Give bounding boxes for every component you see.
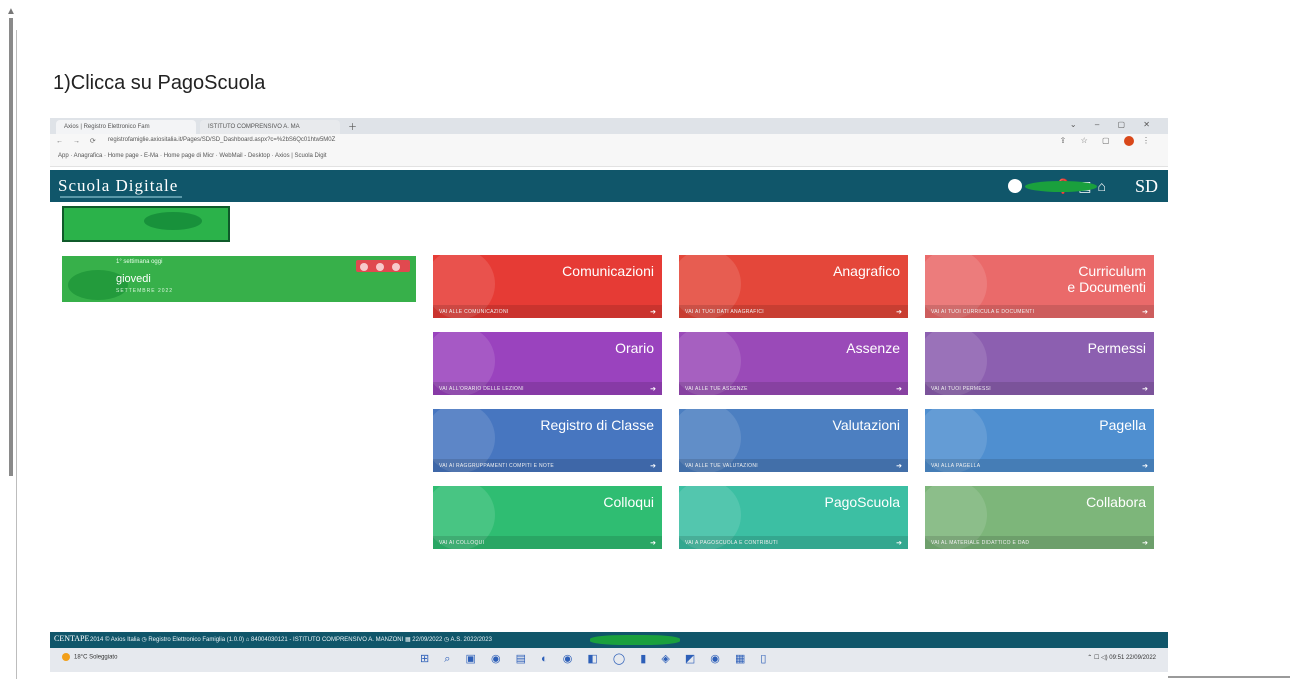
window-controls[interactable]: ⌄ – ▢ ✕ <box>1070 120 1158 129</box>
app-header <box>50 170 1168 202</box>
tile-title: Pagella <box>1099 417 1146 433</box>
arrow-right-icon: ➔ <box>1142 386 1148 393</box>
tile-title: Comunicazioni <box>562 263 654 279</box>
address-bar-icons[interactable]: ⇪ ☆ ▢ ⋮ <box>1060 136 1156 146</box>
arrow-right-icon: ➔ <box>896 540 902 547</box>
app-logo: SD <box>1134 176 1158 196</box>
tile-title: Registro di Classe <box>540 417 654 433</box>
tile-comunicazioni[interactable]: Comunicazioni VAI ALLE COMUNICAZIONI ➔ <box>433 255 662 318</box>
tile-pagella[interactable]: Pagella VAI ALLA PAGELLA ➔ <box>925 409 1154 472</box>
tile-anagrafico[interactable]: Anagrafico VAI AI TUOI DATI ANAGRAFICI ➔ <box>679 255 908 318</box>
profile-icon[interactable] <box>1123 136 1134 146</box>
tile-title: Valutazioni <box>832 417 900 433</box>
tile-collabora[interactable]: Collabora VAI AL MATERIALE DIDATTICO E DA… <box>925 486 1154 549</box>
vertical-scrollbar-thumb[interactable] <box>9 18 13 476</box>
tile-title: Anagrafico <box>833 263 900 279</box>
tile-pagoscuola[interactable]: PagoScuola VAI A PAGOSCUOLA E CONTRIBUTI ➔ <box>679 486 908 549</box>
clock-time: 09:51 <box>1109 655 1125 661</box>
dot-icon[interactable] <box>376 263 384 271</box>
student-profile-redacted[interactable] <box>62 206 230 242</box>
browser-tab-registro[interactable]: Axios | Registro Elettronico Fam <box>56 120 196 134</box>
arrow-right-icon: ➔ <box>650 309 656 316</box>
redaction-blob <box>144 212 202 230</box>
page-heading: 1)Clicca su PagoScuola <box>53 72 266 94</box>
arrow-right-icon: ➔ <box>896 463 902 470</box>
user-name-redacted <box>1025 181 1097 192</box>
tile-orario[interactable]: Orario VAI ALL'ORARIO DELLE LEZIONI ➔ <box>433 332 662 395</box>
weather-widget[interactable]: 18°C Soleggiato <box>62 653 117 661</box>
tile-footer-label: VAI ALLE TUE VALUTAZIONI <box>685 463 758 469</box>
tile-title: Orario <box>615 340 654 356</box>
scroll-up-arrow[interactable]: ▲ <box>6 6 16 17</box>
tile-assenze[interactable]: Assenze VAI ALLE TUE ASSENZE ➔ <box>679 332 908 395</box>
tile-footer-label: VAI ALLE COMUNICAZIONI <box>439 309 509 315</box>
url-field[interactable]: registrofamiglie.axiositalia.it/Pages/SD… <box>108 137 335 143</box>
day-card[interactable]: 1° settimana oggi giovedi SETTEMBRE 2022 <box>62 256 416 302</box>
user-avatar[interactable] <box>1008 179 1022 193</box>
browser-tab-istituto[interactable]: ISTITUTO COMPRENSIVO A. MA <box>200 120 340 134</box>
tile-footer-label: VAI ALL'ORARIO DELLE LEZIONI <box>439 386 524 392</box>
status-logo: CENTAPE <box>54 634 90 643</box>
tile-permessi[interactable]: Permessi VAI AI TUOI PERMESSI ➔ <box>925 332 1154 395</box>
new-tab-icon[interactable]: ＋ <box>348 120 357 133</box>
day-card-sub: SETTEMBRE 2022 <box>116 288 174 294</box>
dot-icon[interactable] <box>392 263 400 271</box>
tile-footer-label: VAI AI TUOI DATI ANAGRAFICI <box>685 309 764 315</box>
tile-footer-label: VAI AI TUOI PERMESSI <box>931 386 991 392</box>
day-card-day: giovedi <box>116 273 151 285</box>
tile-title: Curriculum e Documenti <box>1067 263 1146 295</box>
weather-text: 18°C Soleggiato <box>74 654 118 661</box>
clock-date: 22/09/2022 <box>1125 655 1156 661</box>
arrow-right-icon: ➔ <box>896 386 902 393</box>
redaction-blob <box>590 635 680 645</box>
arrow-right-icon: ➔ <box>1142 540 1148 547</box>
sun-icon <box>62 653 70 661</box>
embedded-screenshot: Axios | Registro Elettronico Fam ISTITUT… <box>50 118 1168 678</box>
tile-registro-di-classe[interactable]: Registro di Classe VAI AI RAGGRUPPAMENTI … <box>433 409 662 472</box>
status-text: 2014 © Axios Italia ◷ Registro Elettroni… <box>90 637 492 643</box>
tile-footer-label: VAI AL MATERIALE DIDATTICO E DAD <box>931 540 1030 546</box>
dot-icon[interactable] <box>360 263 368 271</box>
nav-buttons[interactable]: ← → ⟳ <box>56 137 100 145</box>
tile-footer-label: VAI A PAGOSCUOLA E CONTRIBUTI <box>685 540 778 546</box>
bookmarks-list[interactable]: App · Anagrafica · Home page - E-Ma · Ho… <box>58 153 327 159</box>
tile-title: PagoScuola <box>824 494 900 510</box>
tile-title: Collabora <box>1086 494 1146 510</box>
arrow-right-icon: ➔ <box>1142 463 1148 470</box>
arrow-right-icon: ➔ <box>650 386 656 393</box>
brand-underline <box>60 196 182 198</box>
tile-footer-label: VAI AI COLLOQUI <box>439 540 485 546</box>
arrow-right-icon: ➔ <box>650 463 656 470</box>
app-brand[interactable]: Scuola Digitale <box>58 176 178 196</box>
arrow-right-icon: ➔ <box>1142 309 1148 316</box>
tile-footer-label: VAI AI RAGGRUPPAMENTI COMPITI E NOTE <box>439 463 555 469</box>
day-card-top: 1° settimana oggi <box>116 259 163 265</box>
taskbar-apps[interactable]: ⊞ ⌕ ▣ ◉ ▤ ◐ ◉ ◧ ◯ ▮ ◈ ◩ ◉ ▦ ▯ <box>420 652 772 666</box>
tile-title: Assenze <box>846 340 900 356</box>
tile-colloqui[interactable]: Colloqui VAI AI COLLOQUI ➔ <box>433 486 662 549</box>
tile-footer-label: VAI ALLE TUE ASSENZE <box>685 386 748 392</box>
tile-title: Permessi <box>1087 340 1146 356</box>
tile-title: Colloqui <box>603 494 654 510</box>
system-tray[interactable]: ⌃ ☐ ◁) 09:51 22/09/2022 <box>1087 654 1156 661</box>
tile-footer-label: VAI ALLA PAGELLA <box>931 463 981 469</box>
page-left-border <box>16 30 17 679</box>
arrow-right-icon: ➔ <box>896 309 902 316</box>
arrow-right-icon: ➔ <box>650 540 656 547</box>
day-card-controls[interactable] <box>356 260 410 272</box>
tile-valutazioni[interactable]: Valutazioni VAI ALLE TUE VALUTAZIONI ➔ <box>679 409 908 472</box>
tile-footer-label: VAI AI TUOI CURRICULA E DOCUMENTI <box>931 309 1035 315</box>
tile-curriculum-e-documenti[interactable]: Curriculum e Documenti VAI AI TUOI CURRICU… <box>925 255 1154 318</box>
home-icon[interactable]: ⌂ <box>1098 178 1112 194</box>
